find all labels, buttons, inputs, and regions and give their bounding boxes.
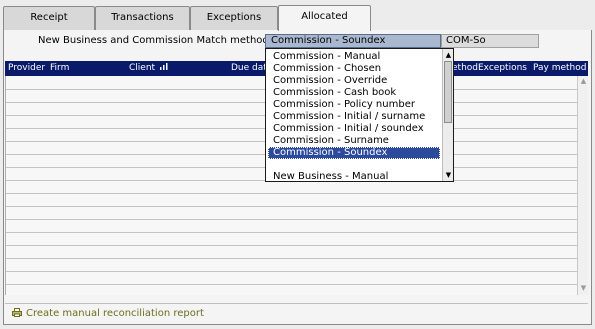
row-divider <box>6 232 577 233</box>
option-commission-initial-surname[interactable]: Commission - Initial / surname <box>268 111 440 123</box>
row-divider <box>6 206 577 207</box>
tab-transactions[interactable]: Transactions <box>95 6 190 30</box>
row-divider <box>6 284 577 285</box>
column-provider[interactable]: Provider <box>8 63 45 73</box>
option-commission-manual[interactable]: Commission - Manual <box>268 51 440 63</box>
tab-exceptions[interactable]: Exceptions <box>190 6 278 30</box>
column-client-label: Client <box>129 63 156 73</box>
match-method-select[interactable]: Commission - Soundex <box>265 34 441 48</box>
option-commission-surname[interactable]: Commission - Surname <box>268 135 440 147</box>
option-commission-policy-number[interactable]: Commission - Policy number <box>268 99 440 111</box>
match-method-label: New Business and Commission Match method <box>38 35 269 46</box>
grid-scrollbar[interactable]: ▲ ▼ <box>577 76 588 295</box>
match-method-code: COM-So <box>441 34 539 48</box>
option-commission-cash-book[interactable]: Commission - Cash book <box>268 87 440 99</box>
scroll-up-icon[interactable]: ▲ <box>579 77 588 86</box>
dropdown-scrollbar[interactable]: ▲ ▼ <box>442 49 453 181</box>
printer-icon <box>12 308 22 317</box>
column-exceptions[interactable]: Exceptions <box>478 63 527 73</box>
option-commission-chosen[interactable]: Commission - Chosen <box>268 63 440 75</box>
column-method[interactable]: ethod <box>452 63 478 73</box>
dropdown-scroll-up-icon[interactable]: ▲ <box>444 50 453 60</box>
column-firm[interactable]: Firm <box>50 63 69 73</box>
tab-receipt[interactable]: Receipt <box>3 6 95 30</box>
match-method-dropdown[interactable]: Commission - Manual Commission - Chosen … <box>265 48 454 182</box>
create-report-link[interactable]: Create manual reconciliation report <box>12 308 204 319</box>
option-commission-override[interactable]: Commission - Override <box>268 75 440 87</box>
option-new-business-manual[interactable]: New Business - Manual <box>268 171 440 181</box>
sort-icon <box>159 63 168 70</box>
option-commission-initial-soundex[interactable]: Commission - Initial / soundex <box>268 123 440 135</box>
column-client[interactable]: Client <box>129 63 168 73</box>
dropdown-scroll-thumb[interactable] <box>444 61 452 123</box>
option-commission-soundex[interactable]: Commission - Soundex <box>268 147 440 159</box>
column-pay-method[interactable]: Pay method <box>533 63 586 73</box>
row-divider <box>6 219 577 220</box>
row-divider <box>6 258 577 259</box>
row-divider <box>6 193 577 194</box>
tab-allocated[interactable]: Allocated <box>278 5 371 31</box>
row-divider <box>6 271 577 272</box>
dropdown-scroll-down-icon[interactable]: ▼ <box>444 170 453 180</box>
footer-divider <box>5 303 588 304</box>
scroll-down-icon[interactable]: ▼ <box>579 284 588 293</box>
create-report-label: Create manual reconciliation report <box>26 308 204 319</box>
row-divider <box>6 245 577 246</box>
